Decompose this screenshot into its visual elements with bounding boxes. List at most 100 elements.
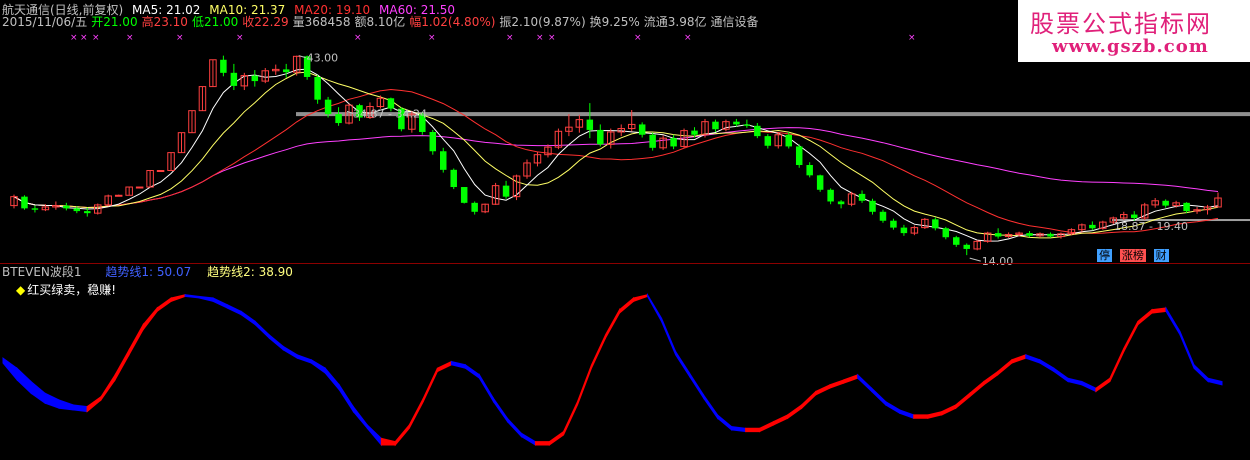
trend-segment (1165, 306, 1181, 337)
tab-finance[interactable]: 财 (1153, 249, 1169, 262)
trend-segment (997, 358, 1013, 376)
panel-divider (0, 263, 1250, 264)
candle-body (135, 186, 144, 189)
trend-segment (450, 360, 466, 369)
trend-segment (647, 292, 662, 324)
signal-marker: × (70, 33, 78, 43)
trend-segment (520, 432, 536, 446)
trend-segment (58, 399, 74, 411)
trend-segment (983, 370, 999, 386)
candle-body (429, 131, 437, 152)
tab-gainers[interactable]: 涨榜 (1119, 249, 1146, 262)
trend-segment (268, 333, 284, 351)
trend-segment (1095, 377, 1111, 393)
candle-body (733, 121, 740, 125)
trend-segment (1109, 347, 1125, 382)
trend-segment (506, 417, 522, 438)
trend-segment (422, 367, 438, 402)
price-annotation: 14.00 (982, 255, 1014, 268)
signal-marker: × (428, 33, 436, 43)
trend-segment (254, 320, 270, 340)
resistance-band (296, 112, 1250, 117)
trend-segment (563, 401, 578, 436)
candle-body (764, 136, 772, 146)
trend-segment (366, 423, 382, 447)
trend-segment (86, 395, 102, 413)
trend-segment (1179, 331, 1195, 369)
candle-body (1047, 233, 1054, 237)
candle-body (450, 169, 457, 188)
signal-marker: × (506, 33, 514, 43)
trend-segment (240, 310, 256, 326)
trend-segment (156, 297, 172, 313)
trend-segment (324, 366, 340, 392)
trend-segment (282, 345, 298, 359)
trend-segment (773, 414, 789, 426)
candle-body (282, 69, 290, 73)
trend-segment (577, 364, 592, 406)
candle-body (795, 146, 803, 166)
trend-segment (619, 296, 634, 315)
candle-body (21, 196, 28, 209)
trend-line2-label: 趋势线2: 38.90 (207, 265, 293, 279)
trend-segment (591, 334, 606, 369)
candle-body (597, 129, 604, 145)
trend-segment (913, 414, 929, 419)
trend-segment (352, 405, 368, 430)
candle-body (251, 75, 259, 82)
trend-segment (72, 404, 88, 413)
trend-segment (1039, 358, 1055, 373)
candle-body (586, 119, 594, 130)
trend-segment (815, 384, 831, 396)
trend-segment (801, 390, 817, 410)
candle-body (900, 227, 908, 234)
trend-segment (871, 387, 887, 407)
trend-segment (1151, 307, 1167, 314)
trend-segment (380, 437, 396, 446)
candle-body (806, 165, 813, 176)
signal-marker: × (536, 33, 544, 43)
trend-segment (703, 393, 719, 420)
signal-marker: × (634, 33, 642, 43)
diamond-icon: ◆ (16, 283, 26, 297)
trend-segment (310, 358, 326, 375)
candle-body (649, 134, 656, 148)
trend-segment (338, 383, 354, 414)
trend-segment (296, 354, 312, 364)
candle-body (858, 193, 866, 201)
trend-segment (969, 380, 985, 398)
trend-segment (885, 400, 901, 415)
price-annotation: 43.00 (307, 52, 339, 65)
candle-body (471, 202, 478, 212)
trend-segment (717, 413, 733, 431)
trend-segment (731, 426, 747, 433)
candle-body (670, 138, 677, 147)
ma10-line (13, 71, 1219, 239)
indicator-note-text: 红买绿卖，稳赚! (27, 283, 117, 297)
trend-segment (408, 397, 424, 429)
trend-line1-label: 趋势线1: 50.07 (105, 265, 192, 279)
trend-segment (114, 347, 130, 382)
trend-segment (1207, 377, 1223, 386)
candle-body (816, 175, 824, 190)
trend-segment (1067, 377, 1083, 386)
trend-segment (661, 317, 677, 355)
candle-body (712, 121, 719, 130)
trend-segment (30, 380, 46, 405)
trend-segment (226, 303, 242, 316)
candle-body (1162, 200, 1169, 206)
candle-body (890, 220, 897, 228)
trend-segment (198, 295, 214, 303)
candle-body (114, 194, 123, 197)
trend-segment (1053, 367, 1069, 383)
price-chart[interactable]: × × × × × × × × × × × × × ×43.0034.87 - 34.2418.87 - … (0, 0, 1250, 460)
candle-body (638, 124, 646, 135)
signal-marker: × (80, 33, 88, 43)
candle-body (743, 124, 751, 126)
trend-segment (759, 420, 775, 433)
candle-body (785, 134, 792, 147)
trend-segment (128, 322, 144, 357)
tab-stop[interactable]: 停 (1097, 249, 1112, 262)
candle-body (1130, 214, 1138, 218)
trend-segment (170, 294, 186, 303)
